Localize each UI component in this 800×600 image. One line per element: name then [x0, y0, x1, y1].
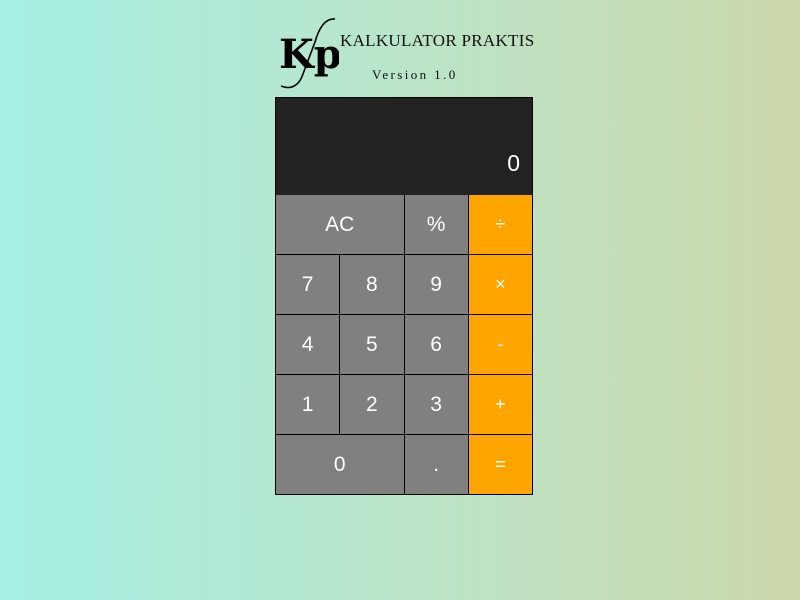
subtract-button[interactable]: -	[468, 315, 532, 374]
percent-button[interactable]: %	[404, 195, 468, 254]
digit-5-button[interactable]: 5	[340, 315, 404, 374]
digit-2-button[interactable]: 2	[340, 375, 404, 434]
digit-3-button[interactable]: 3	[404, 375, 468, 434]
clear-button[interactable]: AC	[276, 195, 404, 254]
digit-4-button[interactable]: 4	[276, 315, 340, 374]
display-panel: 0	[276, 98, 532, 195]
digit-7-button[interactable]: 7	[276, 255, 340, 314]
kp-logo: Kp	[279, 18, 339, 89]
display-value: 0	[507, 150, 520, 176]
decimal-button[interactable]: .	[404, 435, 468, 494]
calculator: 0 AC % ÷ 7 8 9 × 4 5 6 - 1 2 3 + 0 . =	[275, 97, 533, 495]
digit-0-button[interactable]: 0	[276, 435, 404, 494]
multiply-button[interactable]: ×	[468, 255, 532, 314]
digit-1-button[interactable]: 1	[276, 375, 340, 434]
app-title: KALKULATOR PRAKTIS	[340, 31, 535, 50]
digit-9-button[interactable]: 9	[404, 255, 468, 314]
add-button[interactable]: +	[468, 375, 532, 434]
digit-6-button[interactable]: 6	[404, 315, 468, 374]
equals-button[interactable]: =	[468, 435, 532, 494]
keypad: AC % ÷ 7 8 9 × 4 5 6 - 1 2 3 + 0 . =	[276, 195, 532, 494]
divide-button[interactable]: ÷	[468, 195, 532, 254]
digit-8-button[interactable]: 8	[340, 255, 404, 314]
logo-text: Kp	[279, 31, 339, 78]
app-version: Version 1.0	[372, 67, 458, 82]
app-header: Kp KALKULATOR PRAKTIS Version 1.0	[277, 16, 537, 92]
